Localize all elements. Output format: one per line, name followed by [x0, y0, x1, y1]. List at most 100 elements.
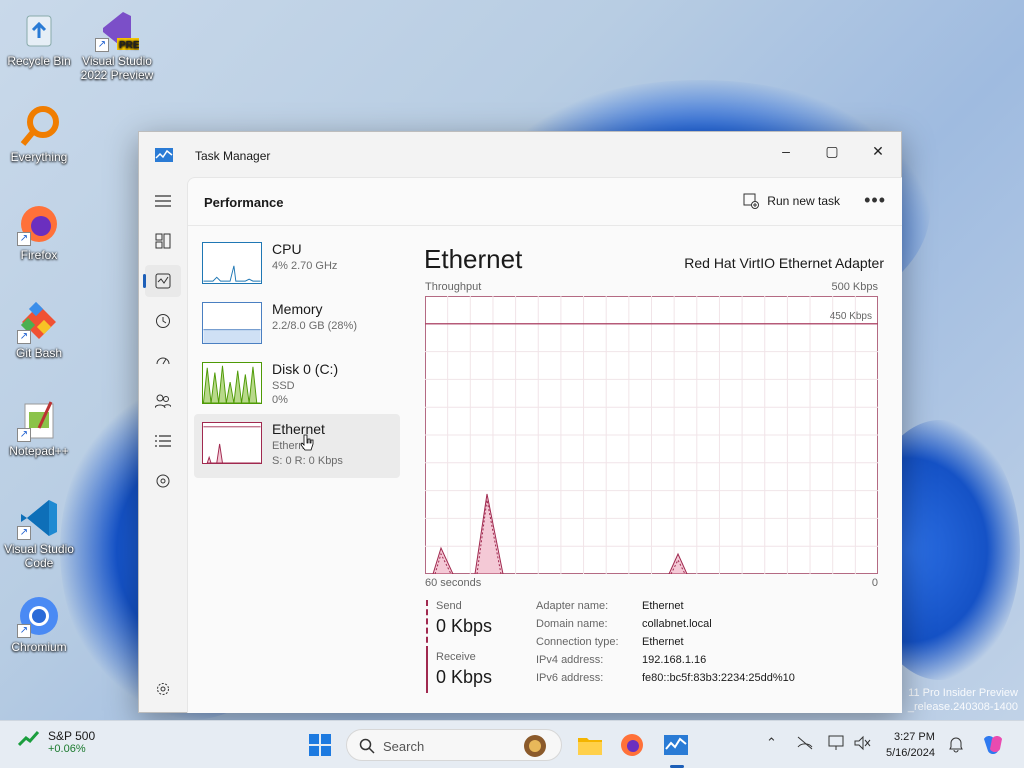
nav-app-history[interactable]: [145, 305, 181, 337]
firefox-taskbar-button[interactable]: [618, 731, 646, 759]
send-label: Send: [436, 600, 462, 612]
details-list-icon: [155, 435, 171, 447]
ethernet-thumbnail-graph: [202, 422, 262, 464]
minimize-button[interactable]: –: [763, 136, 809, 166]
hamburger-icon: [155, 195, 171, 207]
os-build-watermark: 11 Pro Insider Preview _release.240308-1…: [908, 686, 1018, 714]
nav-settings[interactable]: [145, 673, 181, 705]
watermark-line: 11 Pro Insider Preview: [908, 687, 1018, 699]
desktop-icon-chromium[interactable]: ↗ Chromium: [0, 594, 78, 654]
hamburger-menu-button[interactable]: [145, 185, 181, 217]
perf-item-detail: 0%: [272, 394, 288, 406]
property-key: Connection type:: [536, 636, 619, 648]
run-new-task-label: Run new task: [767, 194, 840, 208]
close-button[interactable]: ✕: [855, 136, 901, 166]
desktop-icon-visual-studio[interactable]: PRE ↗ Visual Studio 2022 Preview: [78, 8, 156, 82]
visual-studio-icon: PRE ↗: [95, 8, 140, 52]
task-manager-taskbar-button[interactable]: [662, 731, 690, 759]
nav-performance[interactable]: [143, 265, 181, 297]
property-value: collabnet.local: [642, 618, 712, 630]
shortcut-arrow-icon: ↗: [95, 38, 109, 52]
scale-line-label: 450 Kbps: [830, 311, 872, 322]
desktop-icon-label: Chromium: [11, 640, 67, 654]
nav-users[interactable]: [145, 385, 181, 417]
desktop-icon-label: Git Bash: [15, 346, 63, 360]
network-disconnected-icon[interactable]: [796, 735, 814, 751]
perf-item-detail: 2.2/8.0 GB (28%): [272, 320, 357, 332]
perf-item-name: CPU: [272, 241, 302, 257]
run-task-icon: [743, 193, 760, 209]
desktop-icon-vscode[interactable]: ↗ Visual Studio Code: [0, 496, 78, 570]
perf-item-disk[interactable]: Disk 0 (C:) SSD 0%: [194, 354, 400, 414]
svg-text:PRE: PRE: [119, 40, 139, 51]
search-icon: [359, 738, 375, 754]
property-value: fe80::bc5f:83b3:2234:25dd%10: [642, 672, 795, 684]
start-button[interactable]: [306, 731, 334, 759]
maximize-button[interactable]: ▢: [809, 136, 855, 166]
stock-widget[interactable]: S&P 500 +0.06%: [18, 729, 95, 755]
throughput-graph: 450 Kbps: [425, 296, 878, 574]
desktop-icon-git-bash[interactable]: ↗ Git Bash: [0, 300, 78, 360]
desktop-icon-everything[interactable]: Everything: [0, 104, 78, 164]
adapter-description: Red Hat VirtIO Ethernet Adapter: [684, 255, 884, 271]
firefox-icon: [621, 734, 643, 756]
performance-content: Performance Run new task ••• CPU 4% 2.70…: [187, 177, 902, 713]
nav-details[interactable]: [145, 425, 181, 457]
receive-value: 0 Kbps: [436, 667, 493, 687]
desktop-icon-notepadpp[interactable]: ↗ Notepad++: [0, 398, 78, 458]
page-title: Performance: [204, 195, 284, 210]
send-stat: Send 0 Kbps: [426, 600, 492, 652]
startup-gauge-icon: [156, 357, 170, 365]
receive-label: Receive: [436, 651, 476, 663]
adapter-properties: Adapter name: Ethernet Domain name: collab…: [536, 600, 795, 690]
desktop-icon-firefox[interactable]: ↗ Firefox: [0, 202, 78, 262]
notification-bell-icon[interactable]: [948, 735, 964, 753]
shortcut-arrow-icon: ↗: [17, 428, 31, 442]
property-key: Domain name:: [536, 618, 608, 630]
clock-date: 5/16/2024: [886, 747, 935, 759]
desktop-icon-label: Everything: [10, 150, 68, 164]
perf-item-cpu[interactable]: CPU 4% 2.70 GHz: [194, 234, 400, 294]
nav-processes[interactable]: [145, 225, 181, 257]
shortcut-arrow-icon: ↗: [17, 526, 31, 540]
throughput-label: Throughput: [425, 281, 482, 293]
volume-muted-icon[interactable]: [854, 735, 872, 751]
desktop-icon-label: Firefox: [20, 248, 58, 262]
copilot-icon[interactable]: [980, 733, 1006, 757]
property-row: Connection type: Ethernet: [536, 636, 795, 654]
clock[interactable]: 3:27 PM 5/16/2024: [886, 729, 935, 761]
firefox-icon: ↗: [17, 202, 61, 246]
perf-item-name: Ethernet: [272, 421, 325, 437]
everything-search-icon: [17, 104, 61, 148]
history-icon: [156, 314, 170, 328]
window-title: Task Manager: [195, 149, 271, 163]
file-explorer-button[interactable]: [576, 731, 604, 759]
graph-time-end-label: 0: [871, 577, 878, 589]
nav-startup-apps[interactable]: [145, 345, 181, 377]
send-value: 0 Kbps: [436, 616, 493, 636]
title-bar[interactable]: Task Manager – ▢ ✕: [139, 132, 901, 177]
detail-title: Ethernet: [424, 244, 523, 274]
git-bash-icon: ↗: [17, 300, 61, 344]
disk-thumbnail-graph: [202, 362, 262, 404]
perf-item-name: Memory: [272, 301, 323, 317]
performance-icon: [155, 273, 171, 289]
vscode-icon: ↗: [17, 496, 61, 540]
show-hidden-icons-chevron-icon[interactable]: ⌃: [766, 735, 777, 751]
desktop-icon-label: Visual Studio 2022 Preview: [80, 54, 154, 82]
perf-item-ethernet[interactable]: Ethernet Ethern S: 0 R: 0 Kbps: [194, 414, 400, 478]
graph-time-span-label: 60 seconds: [425, 577, 482, 589]
watermark-line: _release.240308-1400: [907, 701, 1018, 713]
nav-services[interactable]: [145, 465, 181, 497]
navigation-rail: [139, 177, 187, 713]
run-new-task-button[interactable]: Run new task: [743, 193, 840, 209]
display-icon[interactable]: [828, 735, 846, 751]
perf-item-memory[interactable]: Memory 2.2/8.0 GB (28%): [194, 294, 400, 354]
notepadpp-icon: ↗: [17, 398, 61, 442]
taskbar-search[interactable]: Search: [346, 729, 562, 761]
more-options-button[interactable]: •••: [864, 190, 886, 211]
desktop-icon-recycle-bin[interactable]: Recycle Bin: [0, 8, 78, 68]
property-value: Ethernet: [642, 600, 684, 612]
task-manager-window: Task Manager – ▢ ✕ Performance Run new t…: [138, 131, 902, 713]
ethernet-activity-area: [206, 443, 261, 463]
